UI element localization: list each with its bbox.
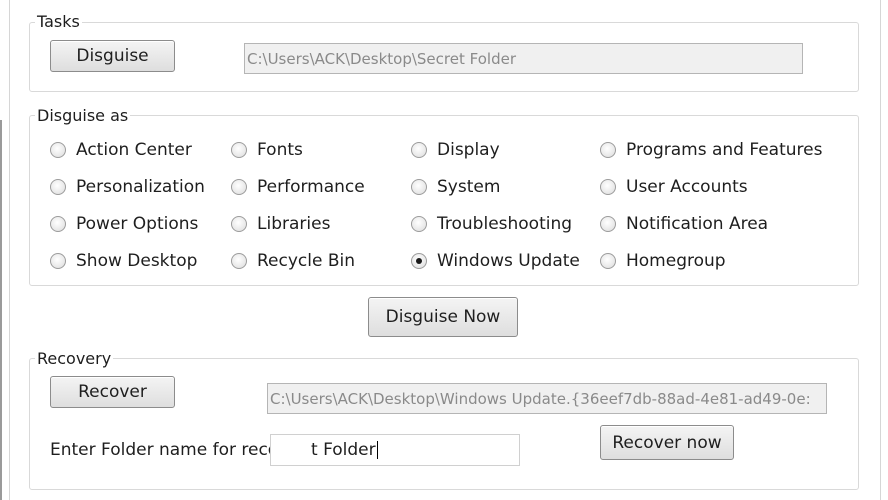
radio-unchecked-icon[interactable] xyxy=(50,216,66,232)
folder-name-value: t Folder xyxy=(311,440,376,460)
radio-unchecked-icon[interactable] xyxy=(231,142,247,158)
radio-unchecked-icon[interactable] xyxy=(411,216,427,232)
radio-unchecked-icon[interactable] xyxy=(411,179,427,195)
radio-option-label: System xyxy=(437,177,501,197)
radio-unchecked-icon[interactable] xyxy=(231,216,247,232)
radio-option-label: Display xyxy=(437,140,500,160)
radio-option[interactable]: System xyxy=(411,175,500,199)
radio-option-label: Libraries xyxy=(257,214,331,234)
radio-option-label: Homegroup xyxy=(626,251,726,271)
radio-unchecked-icon[interactable] xyxy=(50,142,66,158)
radio-option[interactable]: Notification Area xyxy=(600,212,768,236)
recovered-path-field[interactable]: C:\Users\ACK\Desktop\Windows Update.{36e… xyxy=(267,383,827,414)
radio-unchecked-icon[interactable] xyxy=(50,253,66,269)
radio-option[interactable]: Power Options xyxy=(50,212,198,236)
radio-option-label: Performance xyxy=(257,177,365,197)
recovery-group-title: Recovery xyxy=(35,349,114,369)
disguise-as-group-title: Disguise as xyxy=(35,106,131,126)
radio-unchecked-icon[interactable] xyxy=(231,179,247,195)
radio-unchecked-icon[interactable] xyxy=(231,253,247,269)
radio-option[interactable]: Homegroup xyxy=(600,249,726,273)
tasks-group-title: Tasks xyxy=(35,12,82,32)
radio-option-label: User Accounts xyxy=(626,177,748,197)
radio-option[interactable]: Show Desktop xyxy=(50,249,197,273)
radio-option-label: Fonts xyxy=(257,140,303,160)
folder-name-input[interactable]: t Folder xyxy=(270,434,520,466)
radio-option-label: Windows Update xyxy=(437,251,580,271)
disguise-now-button[interactable]: Disguise Now xyxy=(368,297,518,337)
recover-now-button[interactable]: Recover now xyxy=(600,425,734,460)
radio-unchecked-icon[interactable] xyxy=(411,142,427,158)
radio-unchecked-icon[interactable] xyxy=(600,142,616,158)
radio-option-label: Notification Area xyxy=(626,214,769,234)
radio-option[interactable]: Fonts xyxy=(231,138,303,162)
radio-option[interactable]: Troubleshooting xyxy=(411,212,572,236)
radio-option-label: Show Desktop xyxy=(76,251,198,271)
window-right-border xyxy=(880,0,888,500)
radio-checked-icon[interactable] xyxy=(411,253,427,269)
radio-option[interactable]: Action Center xyxy=(50,138,192,162)
radio-option-label: Programs and Features xyxy=(626,140,823,160)
radio-unchecked-icon[interactable] xyxy=(600,216,616,232)
radio-option[interactable]: Personalization xyxy=(50,175,205,199)
radio-option[interactable]: User Accounts xyxy=(600,175,748,199)
window-left-edge xyxy=(0,120,2,500)
radio-option-label: Personalization xyxy=(76,177,205,197)
radio-option-label: Troubleshooting xyxy=(437,214,573,234)
radio-unchecked-icon[interactable] xyxy=(600,179,616,195)
folder-path-field[interactable]: C:\Users\ACK\Desktop\Secret Folder xyxy=(244,43,803,74)
radio-option-label: Action Center xyxy=(76,140,192,160)
radio-option[interactable]: Programs and Features xyxy=(600,138,822,162)
text-caret xyxy=(376,441,378,459)
radio-option[interactable]: Libraries xyxy=(231,212,330,236)
disguise-button[interactable]: Disguise xyxy=(50,40,175,72)
radio-option-label: Recycle Bin xyxy=(257,251,356,271)
radio-unchecked-icon[interactable] xyxy=(600,253,616,269)
radio-option[interactable]: Recycle Bin xyxy=(231,249,355,273)
radio-unchecked-icon[interactable] xyxy=(50,179,66,195)
radio-option-label: Power Options xyxy=(76,214,199,234)
radio-option[interactable]: Display xyxy=(411,138,500,162)
radio-option[interactable]: Performance xyxy=(231,175,365,199)
recover-button[interactable]: Recover xyxy=(50,376,175,408)
radio-option[interactable]: Windows Update xyxy=(411,249,580,273)
